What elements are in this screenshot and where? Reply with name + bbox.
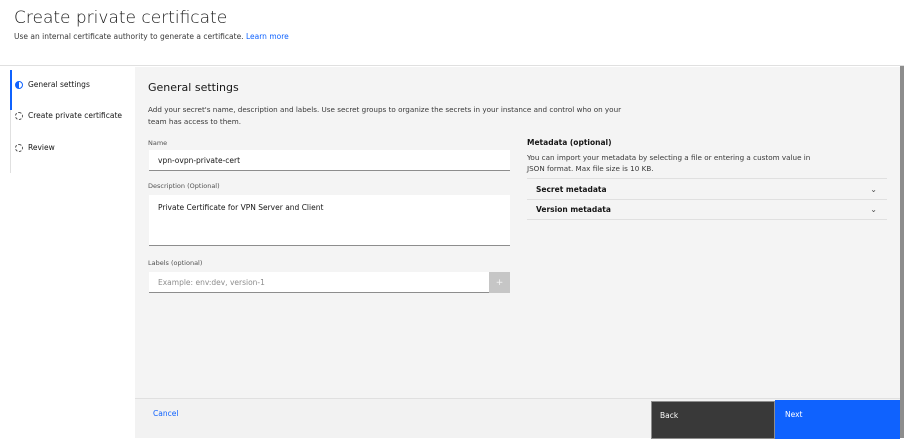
chevron-down-icon: ⌄ [870,205,877,214]
window-edge [900,66,904,438]
page-title: Create private certificate [14,8,228,28]
accordion-secret-metadata[interactable]: Secret metadata ⌄ [527,178,887,199]
step-label: Create private certificate [28,111,123,120]
learn-more-link[interactable]: Learn more [246,32,289,41]
section-description: Add your secret's name, description and … [148,105,622,126]
metadata-description: You can import your metadata by selectin… [527,153,811,173]
main-panel: General settings Add your secret's name,… [135,67,900,398]
back-button[interactable]: Back [651,401,775,439]
progress-sidebar: General settings Create private certific… [0,67,135,438]
step-create-private-certificate[interactable]: Create private certificate [15,111,122,120]
step-general-settings[interactable]: General settings [15,80,90,89]
step-current-icon [15,80,23,89]
section-heading: General settings [148,81,239,94]
description-label: Description (Optional) [148,182,220,190]
accordion-label: Secret metadata [536,184,607,194]
labels-placeholder: Example: env:dev, version-1 [158,277,265,287]
step-label: Review [28,143,55,152]
next-button[interactable]: Next [775,400,900,439]
name-label: Name [148,139,168,147]
labels-label: Labels (optional) [148,259,203,267]
labels-input[interactable]: Example: env:dev, version-1 [149,272,489,293]
add-label-button[interactable]: + [489,272,510,293]
name-input[interactable]: vpn-ovpn-private-cert [149,150,510,171]
page-subtitle: Use an internal certificate authority to… [14,32,289,41]
step-review[interactable]: Review [15,143,55,152]
chevron-down-icon: ⌄ [870,184,877,194]
page-header: Create private certificate Use an intern… [0,0,904,66]
cancel-button[interactable]: Cancel [153,409,178,418]
step-incomplete-icon [15,143,23,152]
accordion-version-metadata[interactable]: Version metadata ⌄ [527,199,887,220]
progress-active-indicator [10,70,12,110]
step-label: General settings [28,80,90,89]
metadata-title: Metadata (optional) [527,138,612,147]
step-incomplete-icon [15,111,23,120]
subtitle-text: Use an internal certificate authority to… [14,32,244,41]
description-textarea[interactable]: Private Certificate for VPN Server and C… [149,195,510,246]
accordion-label: Version metadata [536,205,611,214]
footer: Cancel Back Next [135,398,900,439]
